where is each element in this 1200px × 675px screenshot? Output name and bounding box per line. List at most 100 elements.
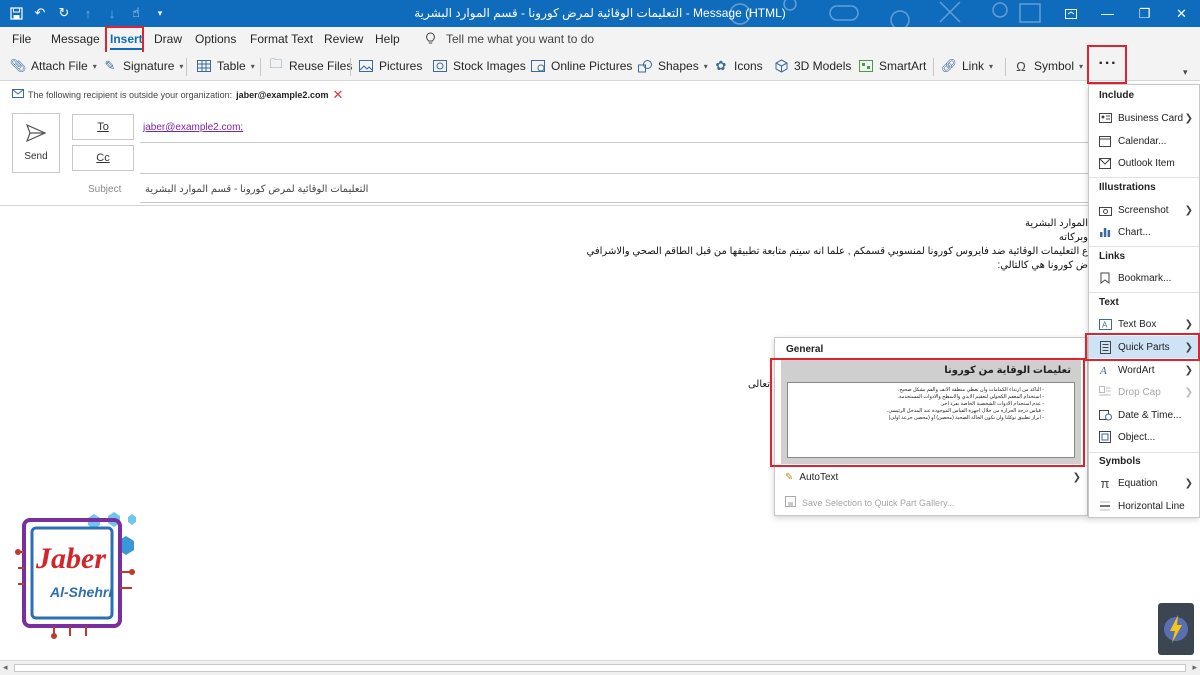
menu-item-bookmark[interactable]: Bookmark... — [1089, 267, 1199, 289]
subject-label: Subject — [88, 184, 122, 195]
body-line[interactable]: تعالى — [748, 379, 770, 390]
section-include: Include — [1099, 90, 1135, 101]
menu-item-screenshot[interactable]: Screenshot ❯ — [1089, 199, 1199, 221]
stock-images-button[interactable]: Stock Images — [432, 58, 526, 74]
body-line[interactable]: وبركاته — [1059, 232, 1088, 243]
chevron-down-icon: ▾ — [703, 61, 708, 71]
smartart-icon — [858, 58, 874, 74]
menu-item-label: Drop Cap — [1118, 386, 1161, 398]
menu-item-equation[interactable]: π Equation ❯ — [1089, 472, 1199, 494]
text-box-icon: A — [1098, 317, 1112, 331]
quick-part-entry[interactable]: تعليمات الوقاية من كورونا - التأكد من ار… — [781, 360, 1081, 464]
ribbon-expand-icon[interactable]: ▾ — [1183, 67, 1188, 78]
tab-message[interactable]: Message — [51, 32, 100, 46]
more-commands-button[interactable]: ··· — [1090, 48, 1126, 80]
tab-help[interactable]: Help — [375, 32, 400, 46]
attach-file-label: Attach File — [31, 59, 88, 73]
object-icon — [1098, 430, 1112, 444]
infobar-text: The following recipient is outside your … — [28, 89, 233, 100]
link-icon: 🔗︎ — [940, 58, 958, 73]
send-button[interactable]: Send — [12, 113, 60, 173]
menu-separator — [1089, 177, 1199, 178]
body-line[interactable]: ض كورونا هي كالتالي: — [997, 260, 1088, 271]
send-icon — [25, 123, 47, 145]
subject-field[interactable]: التعليمات الوقائية لمرض كورونا - قسم الم… — [145, 184, 368, 195]
chevron-right-icon: ❯ — [1184, 364, 1193, 376]
menu-item-label: Bookmark... — [1118, 272, 1172, 284]
reuse-files-button[interactable]: 🗀︎ Reuse Files — [268, 56, 353, 74]
to-button[interactable]: To — [72, 114, 134, 140]
preview-line: - قياس درجة الحرارة من خلال اجهزة القياس… — [886, 408, 1044, 414]
tab-format-text[interactable]: Format Text — [250, 32, 313, 46]
menu-item-horizontal-line[interactable]: Horizontal Line — [1089, 495, 1199, 517]
tab-insert[interactable]: Insert — [110, 32, 143, 50]
autotext-icon: ✎ — [785, 472, 794, 483]
close-icon[interactable]: ✕ — [1163, 0, 1200, 27]
menu-item-calendar[interactable]: Calendar... — [1089, 130, 1199, 152]
pictures-label: Pictures — [379, 59, 423, 73]
restore-ribbon-icon[interactable] — [1052, 0, 1089, 27]
horizontal-scrollbar[interactable]: ◂ ▸ — [0, 660, 1200, 675]
tell-me-search[interactable]: Tell me what you want to do — [446, 32, 594, 46]
3d-models-button[interactable]: 3D Models — [773, 58, 851, 74]
chevron-right-icon: ❯ — [1184, 318, 1193, 330]
link-button[interactable]: 🔗︎ Link ▾ — [941, 58, 993, 74]
paperclip-icon: 📎︎ — [9, 58, 27, 73]
table-icon — [196, 58, 212, 74]
scroll-right-icon[interactable]: ▸ — [1192, 662, 1197, 673]
quick-parts-icon — [1098, 340, 1112, 354]
autotext-item[interactable]: ✎ AutoText — [785, 472, 838, 483]
section-links: Links — [1099, 251, 1126, 262]
smartart-button[interactable]: SmartArt — [858, 58, 926, 74]
menu-item-quick-parts[interactable]: Quick Parts ❯ — [1089, 336, 1199, 358]
tab-options[interactable]: Options — [195, 32, 236, 46]
symbol-button[interactable]: Ω Symbol ▾ — [1013, 58, 1083, 74]
menu-item-wordart[interactable]: A WordArt ❯ — [1089, 359, 1199, 381]
insert-more-menu: Include Business Card ❯ Calendar... Outl… — [1088, 84, 1200, 518]
shapes-button[interactable]: Shapes ▾ — [637, 58, 708, 74]
subject-field-underline — [140, 202, 1090, 203]
preview-line: - استخدام المعقم الكحولي لتعقيم الايدي و… — [897, 394, 1044, 400]
symbol-label: Symbol — [1034, 59, 1075, 73]
logo-text-jaber: Jaber — [36, 542, 106, 575]
cc-button[interactable]: Cc — [72, 145, 134, 171]
table-button[interactable]: Table ▾ — [196, 58, 255, 74]
save-selection-icon — [785, 496, 796, 509]
mail-icon — [12, 89, 24, 100]
maximize-icon[interactable]: ❐ — [1126, 0, 1163, 27]
title-bar: ↶ ↻ ↑ ↓ ☝ ▾ التعليمات الوقائية لمرض كورو… — [0, 0, 1200, 27]
signature-button[interactable]: ✎ Signature ▾ — [102, 58, 184, 74]
tab-file[interactable]: File — [12, 32, 31, 46]
tab-draw[interactable]: Draw — [154, 32, 182, 46]
gallery-separator — [775, 465, 1087, 466]
pictures-button[interactable]: Pictures — [358, 58, 422, 74]
scrollbar-thumb[interactable] — [14, 664, 1186, 672]
quick-part-title: تعليمات الوقاية من كورونا — [944, 365, 1071, 376]
menu-item-object[interactable]: Object... — [1089, 426, 1199, 448]
reuse-files-label: Reuse Files — [289, 59, 353, 73]
menu-item-chart[interactable]: Chart... — [1089, 221, 1199, 243]
menu-item-label: Equation — [1118, 477, 1158, 489]
tab-review[interactable]: Review — [324, 32, 363, 46]
signature-label: Signature — [123, 59, 175, 73]
save-selection-item[interactable]: Save Selection to Quick Part Gallery... — [785, 496, 954, 509]
menu-item-outlook-item[interactable]: Outlook Item — [1089, 152, 1199, 174]
menu-item-business-card[interactable]: Business Card ❯ — [1089, 107, 1199, 129]
minimize-icon[interactable]: — — [1089, 0, 1126, 27]
send-label: Send — [24, 151, 48, 162]
to-field[interactable]: jaber@example2.com; — [143, 122, 243, 133]
body-line[interactable]: الموارد البشرية — [1025, 218, 1088, 229]
save-selection-label: Save Selection to Quick Part Gallery... — [802, 497, 955, 508]
business-card-icon — [1098, 111, 1112, 125]
remove-recipient-icon[interactable]: ✕ — [332, 88, 343, 101]
online-pictures-button[interactable]: Online Pictures — [530, 58, 632, 74]
body-line[interactable]: ع التعليمات الوقائية ضد فايروس كورونا لم… — [587, 246, 1088, 257]
attach-file-button[interactable]: 📎︎ Attach File ▾ — [10, 58, 97, 74]
menu-item-drop-cap[interactable]: Drop Cap ❯ — [1089, 381, 1199, 403]
scroll-left-icon[interactable]: ◂ — [3, 662, 8, 673]
icons-button[interactable]: ✿ Icons — [713, 58, 763, 74]
menu-item-label: Quick Parts — [1118, 341, 1170, 353]
menu-item-text-box[interactable]: A Text Box ❯ — [1089, 313, 1199, 335]
menu-item-date-time[interactable]: Date & Time... — [1089, 404, 1199, 426]
menu-item-label: Chart... — [1118, 226, 1151, 238]
